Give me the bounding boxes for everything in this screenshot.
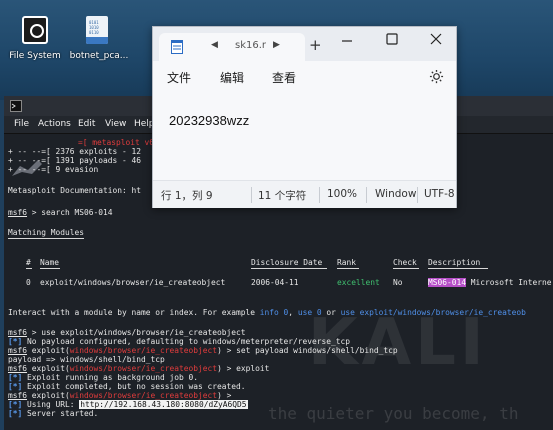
- server-started-line: [*] Server started.: [8, 409, 99, 418]
- status-line-ending[interactable]: Window: [375, 188, 416, 200]
- row-rank: excellent: [337, 278, 380, 287]
- interact-hint: Interact with a module by name or index.…: [8, 308, 526, 317]
- row-check: No: [393, 278, 403, 287]
- title-underline: [8, 238, 84, 239]
- status-char-count: 11 个字符: [258, 190, 307, 202]
- banner-evasion: + -- --=[ 9 evasion: [8, 165, 99, 174]
- col-hash: #: [26, 258, 31, 267]
- col-rank: Rank: [337, 258, 357, 267]
- terminal-icon: [10, 100, 22, 112]
- row-index: 0: [26, 278, 31, 287]
- notepad-app-icon: [171, 40, 183, 54]
- col-disclosure-date: Disclosure Date: [251, 258, 323, 267]
- col-description: Description: [428, 258, 481, 267]
- col-name: Name: [40, 258, 60, 267]
- col-check: Check: [393, 258, 417, 267]
- notepad-content[interactable]: 20232938wzz: [169, 113, 249, 128]
- menu-view[interactable]: View: [105, 119, 126, 129]
- document-icon: 0101 1010 0110: [86, 16, 112, 46]
- prompt: msf6: [8, 208, 28, 217]
- menu-file[interactable]: File: [14, 119, 29, 129]
- row-disclosure-date: 2006-04-11: [251, 278, 299, 287]
- command-text: > search MS06-014: [27, 208, 113, 217]
- row-module-name[interactable]: exploit/windows/browser/ie_createobject: [40, 278, 225, 288]
- desktop-icon-label: botnet_pca...: [69, 51, 129, 61]
- desktop-icon-botnet-pcap[interactable]: 0101 1010 0110 botnet_pca...: [64, 16, 134, 61]
- tab-title[interactable]: sk16.r: [235, 40, 266, 51]
- close-icon[interactable]: [430, 33, 442, 45]
- notepad-titlebar[interactable]: ◀ sk16.r ▶ +: [153, 27, 456, 61]
- desktop-icon-label: File System: [9, 51, 61, 61]
- matching-modules-title: Matching Modules: [8, 228, 85, 237]
- notepad-statusbar: 行 1，列 9 11 个字符 100% Window UTF-8: [153, 180, 456, 208]
- menu-actions[interactable]: Actions: [38, 119, 71, 129]
- status-encoding[interactable]: UTF-8: [424, 188, 455, 200]
- exploit-url[interactable]: http://192.168.43.180:8080/dZyA6QD5: [79, 400, 248, 409]
- settings-gear-icon[interactable]: [429, 69, 444, 84]
- row-description: MS06-014 Microsoft Interne: [428, 278, 552, 287]
- search-command-line: msf6 > search MS06-014: [8, 208, 113, 218]
- notepad-menubar: 文件 编辑 查看: [153, 61, 456, 91]
- drive-icon: [22, 16, 48, 46]
- menu-edit[interactable]: 编辑: [220, 69, 244, 86]
- menu-file[interactable]: 文件: [167, 69, 191, 86]
- minimize-icon[interactable]: [341, 37, 353, 49]
- notepad-window[interactable]: ◀ sk16.r ▶ + 文件 编辑 查看 20232938wzz 行 1，列 …: [152, 26, 457, 208]
- tab-scroll-right-icon[interactable]: ▶: [273, 40, 280, 50]
- notepad-tab[interactable]: ◀ sk16.r ▶: [159, 33, 305, 61]
- search-highlight: MS06-014: [428, 278, 467, 287]
- doc-line: Metasploit Documentation: ht: [8, 186, 142, 195]
- menu-edit[interactable]: Edit: [78, 119, 95, 129]
- menu-view[interactable]: 查看: [272, 69, 296, 86]
- status-cursor-position: 行 1，列 9: [161, 190, 213, 202]
- kali-slogan-watermark: the quieter you become, th: [268, 404, 519, 423]
- desktop-icon-file-system[interactable]: File System: [0, 16, 70, 61]
- tab-scroll-left-icon[interactable]: ◀: [211, 40, 218, 50]
- status-zoom[interactable]: 100%: [327, 188, 357, 200]
- maximize-icon[interactable]: [386, 33, 398, 45]
- new-tab-button[interactable]: +: [309, 36, 322, 54]
